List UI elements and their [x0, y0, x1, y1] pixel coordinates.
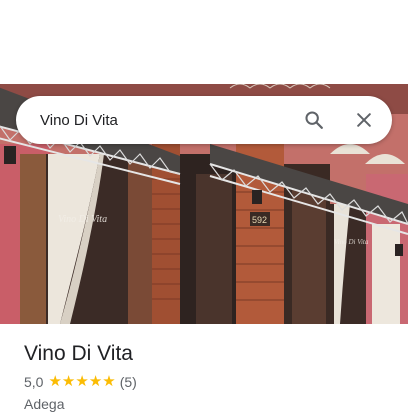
place-category: Adega	[24, 396, 65, 412]
search-icon[interactable]	[298, 104, 330, 136]
review-count[interactable]: (5)	[120, 374, 137, 390]
star-icon: ★	[88, 373, 103, 390]
window-sign-text-right: Vino Di Vita	[334, 238, 369, 246]
search-bar[interactable]: Vino Di Vita	[16, 96, 392, 144]
star-rating: ★ ★ ★ ★ ★	[48, 374, 115, 390]
star-icon: ★	[102, 373, 116, 390]
star-icon: ★	[48, 373, 62, 390]
close-icon[interactable]	[348, 104, 380, 136]
place-title: Vino Di Vita	[24, 342, 133, 365]
rating-row[interactable]: 5,0 ★ ★ ★ ★ ★ (5)	[24, 374, 384, 391]
star-icon: ★	[75, 373, 89, 390]
rating-value: 5,0	[24, 374, 44, 390]
place-info: Vino Di Vita 5,0 ★ ★ ★ ★ ★ (5) Adega	[24, 340, 384, 412]
window-sign-text: Vino Di Vita	[58, 214, 107, 225]
house-number: 592	[252, 215, 267, 225]
star-icon: ★	[61, 373, 76, 390]
search-input[interactable]: Vino Di Vita	[40, 112, 280, 129]
